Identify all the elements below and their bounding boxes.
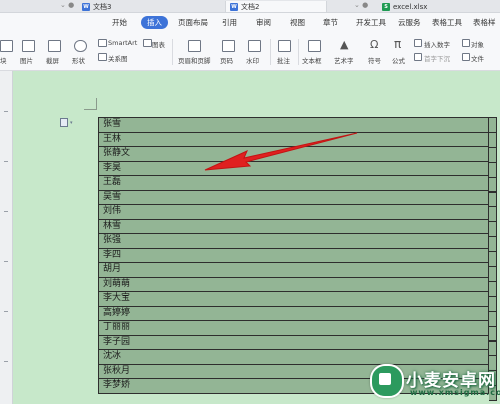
red-arrow-shape <box>204 132 358 171</box>
brand-logo-icon <box>370 364 404 398</box>
annotation-arrow <box>204 132 358 171</box>
watermark-url: www.xmsigma.com <box>410 388 500 397</box>
site-watermark: 小麦安卓网 www.xmsigma.com <box>362 360 500 404</box>
